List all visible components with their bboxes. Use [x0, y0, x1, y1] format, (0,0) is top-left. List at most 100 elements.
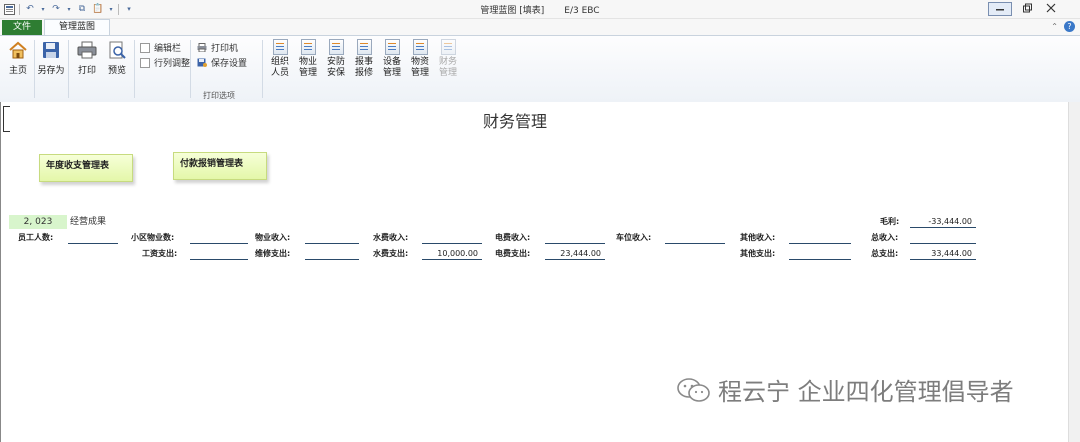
home-label: 主页	[8, 66, 27, 76]
separator	[262, 40, 263, 98]
save-as-button[interactable]: 另存为	[36, 40, 66, 76]
tab-management-blueprint[interactable]: 管理蓝图	[44, 19, 110, 36]
property-income-field[interactable]	[305, 232, 359, 244]
window-version: E/3 EBC	[564, 6, 600, 16]
save-settings-label: 保存设置	[211, 59, 248, 69]
preview-label: 预览	[107, 66, 126, 76]
save-settings-icon	[197, 58, 207, 67]
property-income-label: 物业收入:	[255, 233, 291, 242]
gross-profit-label: 毛利:	[880, 217, 900, 226]
repair-expense-label: 维修支出:	[255, 249, 291, 258]
preview-button[interactable]: 预览	[102, 40, 132, 76]
other-income-field[interactable]	[789, 232, 851, 244]
water-expense-field[interactable]: 10,000.00	[422, 248, 482, 260]
module-label-line2: 管理	[410, 68, 429, 78]
water-expense-label: 水费支出:	[373, 249, 409, 258]
save-settings-button[interactable]: 保存设置	[197, 56, 247, 69]
form-icon	[440, 39, 456, 55]
note-annual-income-expense[interactable]: 年度收支管理表	[39, 154, 133, 182]
note-payment-reimbursement[interactable]: 付款报销管理表	[173, 152, 267, 180]
tab-file[interactable]: 文件	[2, 20, 42, 35]
edit-bar-toggle[interactable]: 编辑栏	[140, 41, 181, 54]
separator	[34, 40, 35, 98]
print-button[interactable]: 打印	[72, 40, 102, 76]
module-label-line1: 报事	[354, 57, 373, 67]
separator	[190, 40, 191, 98]
power-expense-label: 电费支出:	[495, 249, 531, 258]
module-label-line2: 管理	[382, 68, 401, 78]
module-label-line2: 人员	[270, 68, 289, 78]
gross-profit-field[interactable]: -33,444.00	[910, 216, 976, 228]
printer-label: 打印机	[211, 44, 239, 54]
minimize-button[interactable]	[988, 2, 1012, 16]
wage-expense-field[interactable]	[190, 248, 248, 260]
total-income-label: 总收入:	[871, 233, 899, 242]
module-button-property[interactable]: 物业 管理	[296, 39, 320, 79]
total-income-field[interactable]	[910, 232, 976, 244]
parking-income-label: 车位收入:	[616, 233, 652, 242]
total-expense-label: 总支出:	[871, 249, 899, 258]
form-icon	[272, 39, 288, 55]
module-button-org-staff[interactable]: 组织 人员	[268, 39, 292, 79]
total-expense-field[interactable]: 33,444.00	[910, 248, 976, 260]
power-income-field[interactable]	[545, 232, 605, 244]
row-col-adjust-toggle[interactable]: 行列调整	[140, 56, 190, 69]
water-income-field[interactable]	[422, 232, 482, 244]
employees-field[interactable]	[68, 232, 118, 244]
module-button-repair[interactable]: 报事 报修	[352, 39, 376, 79]
module-label-line1: 组织	[270, 57, 289, 67]
close-button[interactable]	[1042, 3, 1060, 15]
other-expense-label: 其他支出:	[740, 249, 776, 258]
module-button-finance: 财务 管理	[436, 39, 460, 79]
window-controls	[988, 2, 1060, 16]
other-expense-field[interactable]	[789, 248, 851, 260]
watermark: 程云宁 企业四化管理倡导者	[676, 372, 1014, 407]
other-income-label: 其他收入:	[740, 233, 776, 242]
row-col-adjust-label: 行列调整	[154, 59, 191, 69]
vertical-scrollbar[interactable]	[1068, 102, 1080, 442]
module-button-security[interactable]: 安防 安保	[324, 39, 348, 79]
module-label-line1: 财务	[438, 57, 457, 67]
module-label-line2: 管理	[298, 68, 317, 78]
year-caption: 经营成果	[70, 217, 107, 227]
module-label-line2: 管理	[438, 68, 457, 78]
separator	[134, 40, 135, 98]
module-button-equipment[interactable]: 设备 管理	[380, 39, 404, 79]
employees-label: 员工人数:	[18, 233, 54, 242]
print-label: 打印	[77, 66, 96, 76]
parking-income-field[interactable]	[665, 232, 725, 244]
restore-button[interactable]	[1018, 3, 1036, 15]
print-preview-icon	[106, 40, 128, 60]
property-count-field[interactable]	[190, 232, 248, 244]
window-title-text: 管理蓝图 [填表]	[480, 6, 545, 16]
year-field[interactable]: 2, 023	[9, 215, 67, 229]
form-icon	[384, 39, 400, 55]
module-label-line1: 设备	[382, 57, 401, 67]
collapse-ribbon-icon[interactable]: ⌃	[1051, 22, 1058, 31]
module-label-line2: 安保	[326, 68, 345, 78]
help-icon[interactable]: ?	[1064, 21, 1075, 32]
home-icon	[7, 40, 29, 60]
module-label-line1: 安防	[326, 57, 345, 67]
edit-bar-checkbox[interactable]	[140, 42, 150, 53]
repair-expense-field[interactable]	[305, 248, 359, 260]
module-label-line2: 报修	[354, 68, 373, 78]
window-title: 管理蓝图 [填表] E/3 EBC	[0, 3, 1080, 16]
wechat-icon	[676, 377, 712, 403]
row-col-adjust-checkbox[interactable]	[140, 57, 150, 68]
module-button-materials[interactable]: 物资 管理	[408, 39, 432, 79]
module-label-line1: 物业	[298, 57, 317, 67]
form-icon	[328, 39, 344, 55]
close-icon	[1046, 3, 1056, 13]
printer-button[interactable]: 打印机	[197, 41, 238, 54]
power-income-label: 电费收入:	[495, 233, 531, 242]
form-icon	[356, 39, 372, 55]
form-icon	[412, 39, 428, 55]
printer-icon	[76, 40, 98, 60]
wage-expense-label: 工资支出:	[142, 249, 178, 258]
restore-icon	[1023, 3, 1032, 13]
home-button[interactable]: 主页	[3, 40, 33, 76]
page-title: 财务管理	[482, 112, 547, 131]
power-expense-field[interactable]: 23,444.00	[545, 248, 605, 260]
printer-small-icon	[197, 43, 207, 52]
